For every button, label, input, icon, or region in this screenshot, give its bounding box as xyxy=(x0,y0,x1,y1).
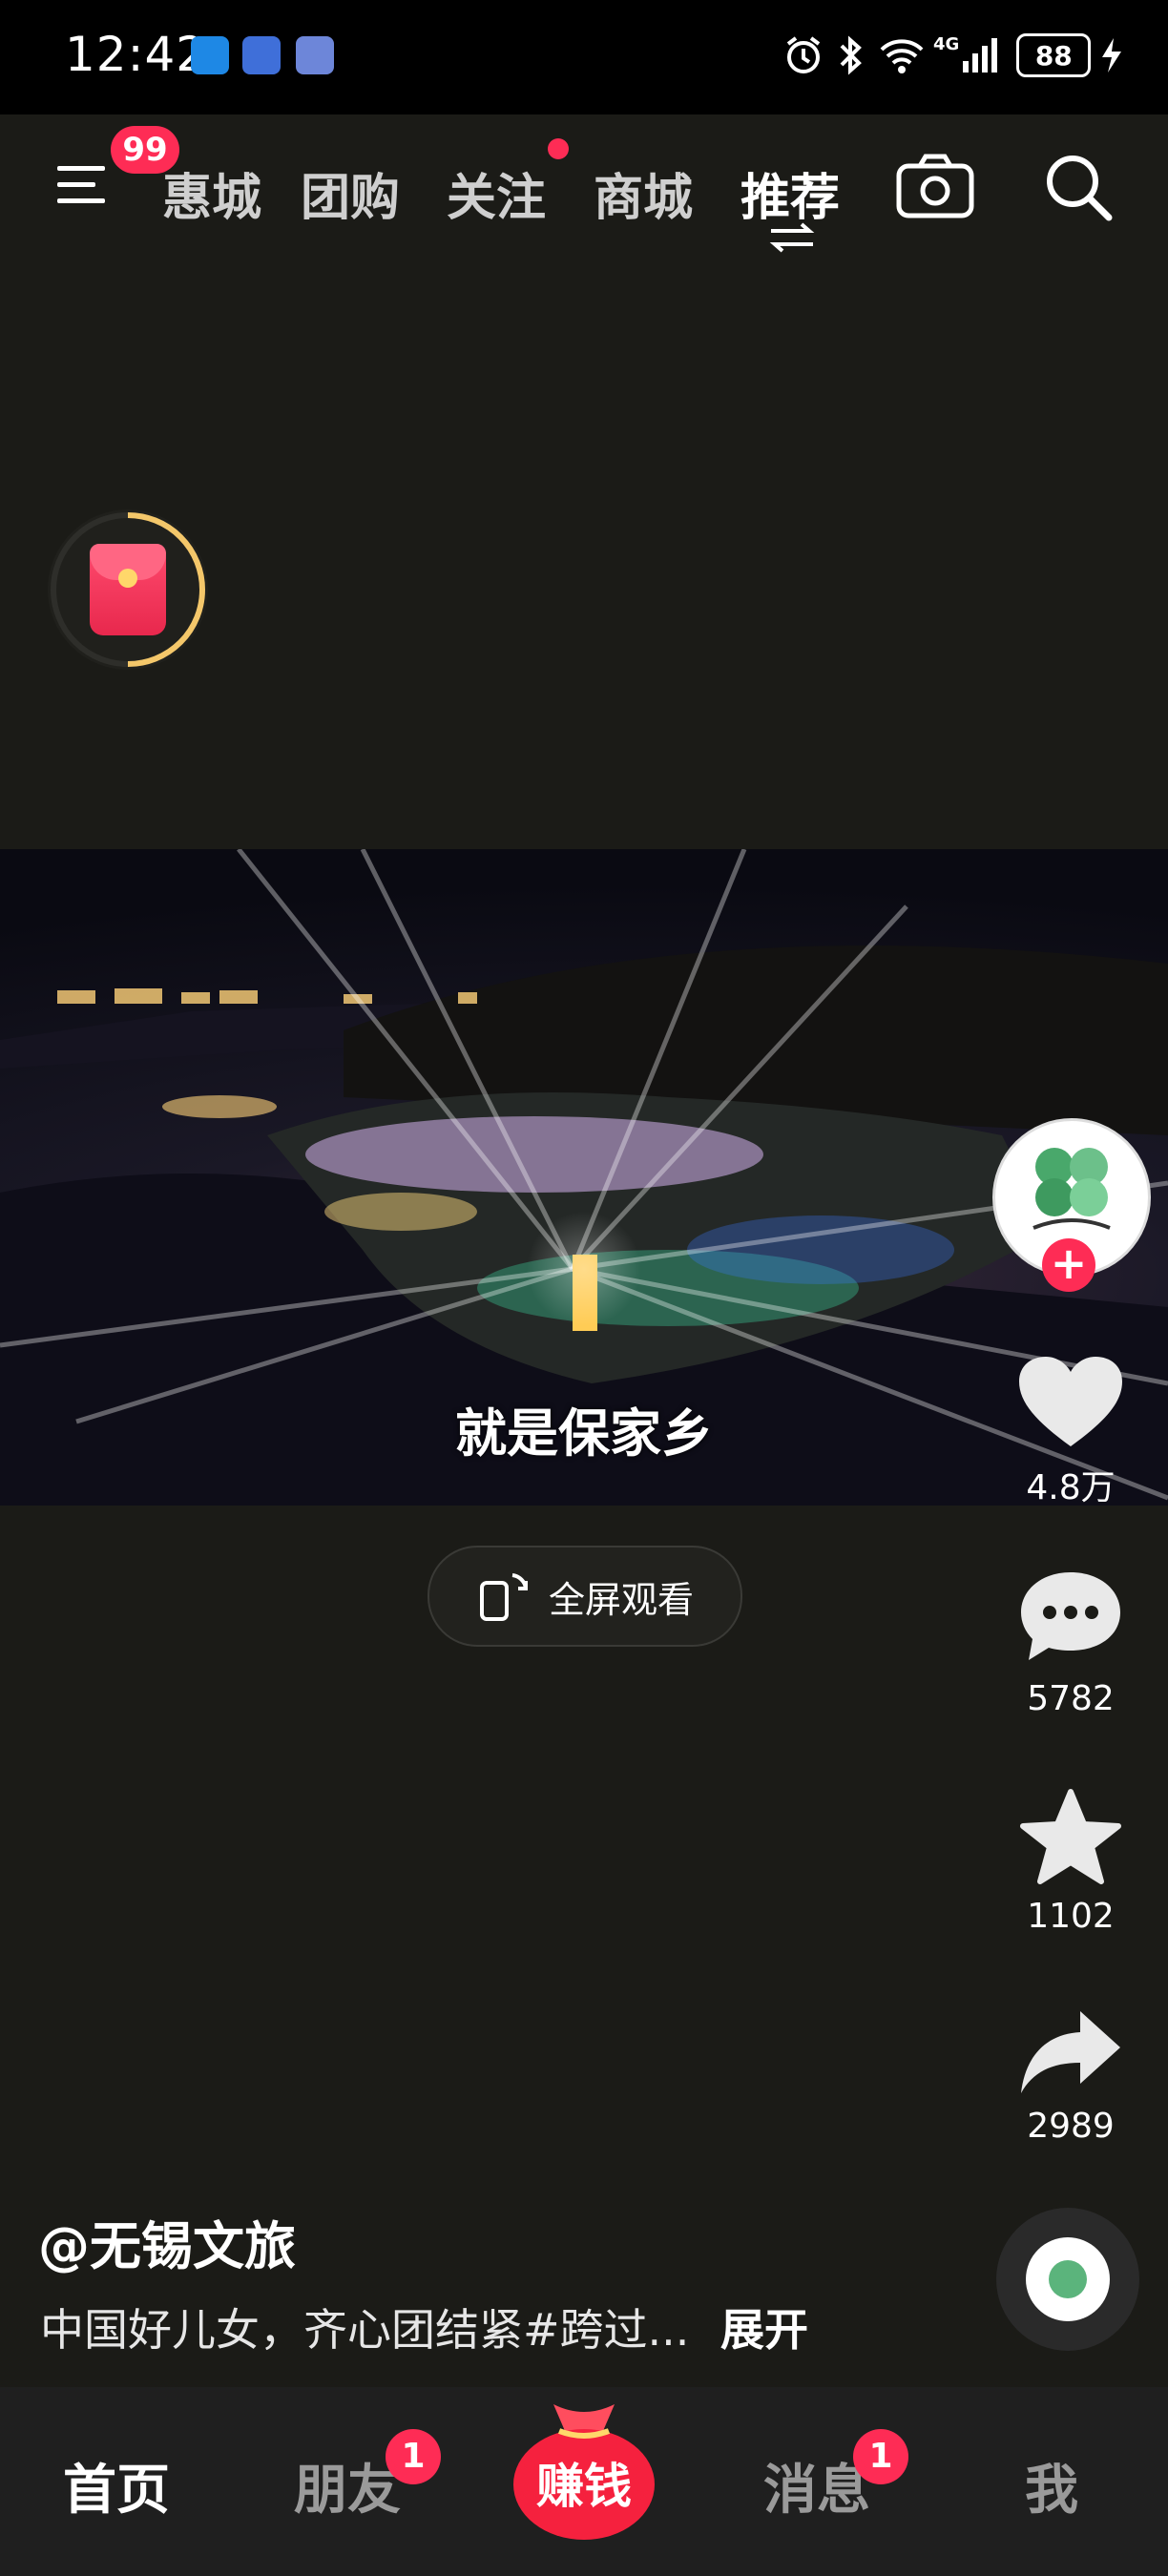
post-caption: 中国好儿女，齐心团结紧#跨过... 展开 xyxy=(40,2296,808,2358)
red-envelope-icon xyxy=(90,544,166,635)
like-icon[interactable] xyxy=(1017,1355,1124,1450)
network-type: 4G xyxy=(933,33,960,54)
alarm-icon xyxy=(786,36,821,73)
share-count: 2989 xyxy=(1027,2107,1115,2146)
red-packet-widget[interactable] xyxy=(48,509,208,670)
fullscreen-label: 全屏观看 xyxy=(548,1578,694,1621)
battery-icon: 88 xyxy=(1016,33,1092,77)
notification-app-icon xyxy=(296,36,334,74)
messages-badge: 1 xyxy=(853,2429,908,2484)
fullscreen-button[interactable]: 全屏观看 xyxy=(428,1546,742,1647)
video-subtitle: 就是保家乡 xyxy=(455,1402,713,1464)
menu-button[interactable] xyxy=(55,160,113,210)
bluetooth-icon xyxy=(840,35,862,75)
status-icons: 4G 88 xyxy=(782,29,1125,82)
switch-icon[interactable] xyxy=(767,221,817,254)
camera-icon[interactable] xyxy=(895,153,975,219)
favorite-count: 1102 xyxy=(1027,1897,1115,1936)
nav-me[interactable]: 我 xyxy=(1025,2447,1078,2524)
tab-recommend[interactable]: 推荐 xyxy=(740,157,840,229)
tab-huicheng[interactable]: 惠城 xyxy=(162,157,261,229)
search-icon[interactable] xyxy=(1042,151,1115,223)
tab-following[interactable]: 关注 xyxy=(447,157,546,229)
comment-count: 5782 xyxy=(1027,1679,1115,1718)
tab-group-buy[interactable]: 团购 xyxy=(301,157,400,229)
signal-icon xyxy=(963,38,998,73)
notification-app-icon xyxy=(242,36,281,74)
favorite-icon[interactable] xyxy=(1017,1788,1124,1887)
battery-level: 88 xyxy=(1034,39,1073,72)
music-disc[interactable] xyxy=(996,2208,1139,2351)
following-dot xyxy=(548,138,569,159)
music-disc-cover xyxy=(1026,2237,1110,2321)
nav-home[interactable]: 首页 xyxy=(63,2447,170,2524)
share-icon[interactable] xyxy=(1017,2005,1124,2097)
caption-text: 中国好儿女，齐心团结紧#跨过... xyxy=(40,2304,690,2356)
rotate-screen-icon xyxy=(479,1573,528,1621)
wifi-icon xyxy=(880,39,924,73)
menu-icon xyxy=(57,166,105,203)
tab-mall[interactable]: 商城 xyxy=(594,157,693,229)
clock: 12:42 xyxy=(65,27,208,82)
video-player[interactable]: 就是保家乡 xyxy=(0,849,1168,1506)
charging-icon xyxy=(1102,38,1122,73)
expand-button[interactable]: 展开 xyxy=(720,2304,808,2356)
friends-badge: 1 xyxy=(386,2429,441,2484)
notification-app-icon xyxy=(191,36,229,74)
comment-icon[interactable] xyxy=(1017,1568,1124,1664)
like-count: 4.8万 xyxy=(1026,1468,1116,1507)
author-name[interactable]: @无锡文旅 xyxy=(38,2204,296,2279)
follow-button[interactable]: + xyxy=(1042,1238,1095,1292)
nav-earn[interactable]: 赚钱 xyxy=(510,2399,658,2542)
earn-label: 赚钱 xyxy=(536,2459,632,2514)
